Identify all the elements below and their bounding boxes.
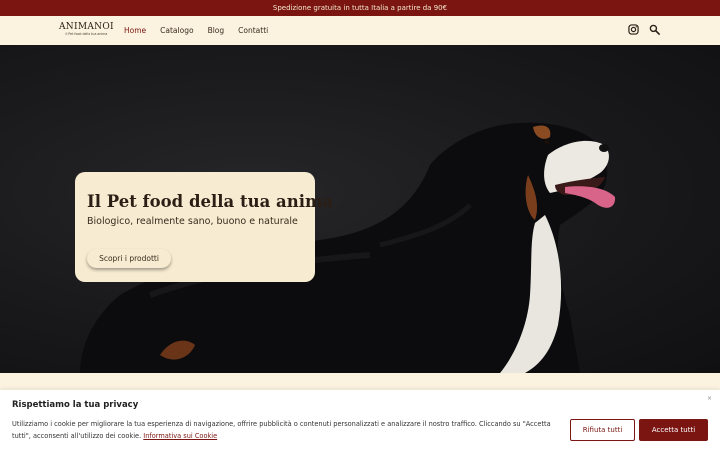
nav-item-blog[interactable]: Blog — [208, 26, 225, 35]
cookie-text: Utilizziamo i cookie per migliorare la t… — [12, 418, 557, 442]
hero-card: Il Pet food della tua anima Biologico, r… — [75, 172, 334, 282]
nav-item-home[interactable]: Home — [124, 26, 146, 35]
nav-item-contatti[interactable]: Contatti — [238, 26, 268, 35]
announcement-bar: Spedizione gratuita in tutta Italia a pa… — [0, 0, 720, 16]
logo-tagline: Il Pet food della tua anima — [65, 32, 108, 36]
search-icon[interactable] — [649, 24, 660, 35]
close-icon[interactable]: × — [707, 395, 712, 402]
shop-products-button[interactable]: Scopri i prodotti — [87, 249, 171, 268]
nav-item-catalogo[interactable]: Catalogo — [160, 26, 193, 35]
logo[interactable]: ANIMANOI Il Pet food della tua anima — [59, 22, 114, 37]
accept-all-button[interactable]: Accetta tutti — [639, 419, 708, 441]
hero-title: Il Pet food della tua anima — [87, 192, 334, 211]
cookie-title: Rispettiamo la tua privacy — [12, 400, 139, 410]
cookie-body-text: Utilizziamo i cookie per migliorare la t… — [12, 420, 551, 440]
announcement-text: Spedizione gratuita in tutta Italia a pa… — [272, 4, 448, 12]
site-header: ANIMANOI Il Pet food della tua anima Hom… — [0, 16, 720, 45]
instagram-icon[interactable] — [628, 24, 639, 35]
logo-wordmark: ANIMANOI — [59, 22, 114, 32]
cookie-banner: Rispettiamo la tua privacy × Utilizziamo… — [0, 390, 720, 450]
header-icons — [628, 24, 660, 35]
hero-subtitle: Biologico, realmente sano, buono e natur… — [87, 216, 298, 227]
cookie-policy-link[interactable]: Informativa sui Cookie — [143, 432, 217, 440]
page-strip — [0, 373, 720, 390]
main-nav: Home Catalogo Blog Contatti — [124, 16, 268, 45]
reject-all-button[interactable]: Rifiuta tutti — [570, 419, 635, 441]
